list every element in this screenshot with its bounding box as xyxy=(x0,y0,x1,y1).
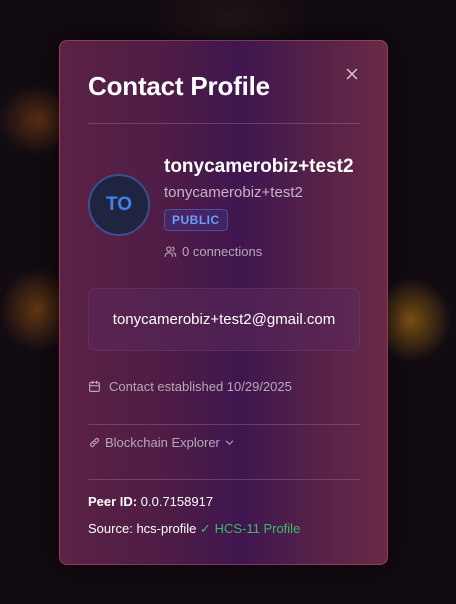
close-button[interactable] xyxy=(344,66,360,82)
email-card: tonycamerobiz+test2@gmail.com xyxy=(88,288,360,351)
verified-check-icon: ✓ xyxy=(200,521,211,536)
source-label: Source: xyxy=(88,521,133,536)
section-divider xyxy=(88,424,360,425)
contact-handle: tonycamerobiz+test2 xyxy=(164,184,303,201)
blockchain-explorer-toggle[interactable]: Blockchain Explorer xyxy=(88,435,235,450)
connections-count: 0 connections xyxy=(164,244,262,259)
avatar-initials: TO xyxy=(105,194,133,215)
source-value: hcs-profile xyxy=(136,521,197,536)
users-icon xyxy=(164,245,177,258)
verified-profile-label: HCS-11 Profile xyxy=(214,521,301,536)
avatar: TO xyxy=(88,174,150,236)
source-info: Source: hcs-profile ✓ HCS-11 Profile xyxy=(88,521,300,537)
contact-established: Contact established 10/29/2025 xyxy=(88,379,292,394)
peer-id: Peer ID: 0.0.7158917 xyxy=(88,494,213,509)
blockchain-explorer-label: Blockchain Explorer xyxy=(105,435,220,450)
header-divider xyxy=(88,123,360,124)
contact-name: tonycamerobiz+test2 xyxy=(164,156,354,177)
footer-divider xyxy=(88,479,360,480)
email-address: tonycamerobiz+test2@gmail.com xyxy=(112,311,336,328)
chevron-down-icon xyxy=(224,437,235,448)
link-icon xyxy=(88,436,101,449)
connections-label: 0 connections xyxy=(182,244,263,259)
peer-id-label: Peer ID: xyxy=(88,494,138,509)
close-icon xyxy=(344,66,360,82)
calendar-icon xyxy=(88,380,101,393)
modal-title: Contact Profile xyxy=(88,71,270,101)
established-label: Contact established 10/29/2025 xyxy=(109,379,292,394)
peer-id-value: 0.0.7158917 xyxy=(140,494,214,509)
contact-profile-modal: Contact Profile TO tonycamerobiz+test2 t… xyxy=(59,40,388,565)
visibility-badge: PUBLIC xyxy=(164,209,228,231)
